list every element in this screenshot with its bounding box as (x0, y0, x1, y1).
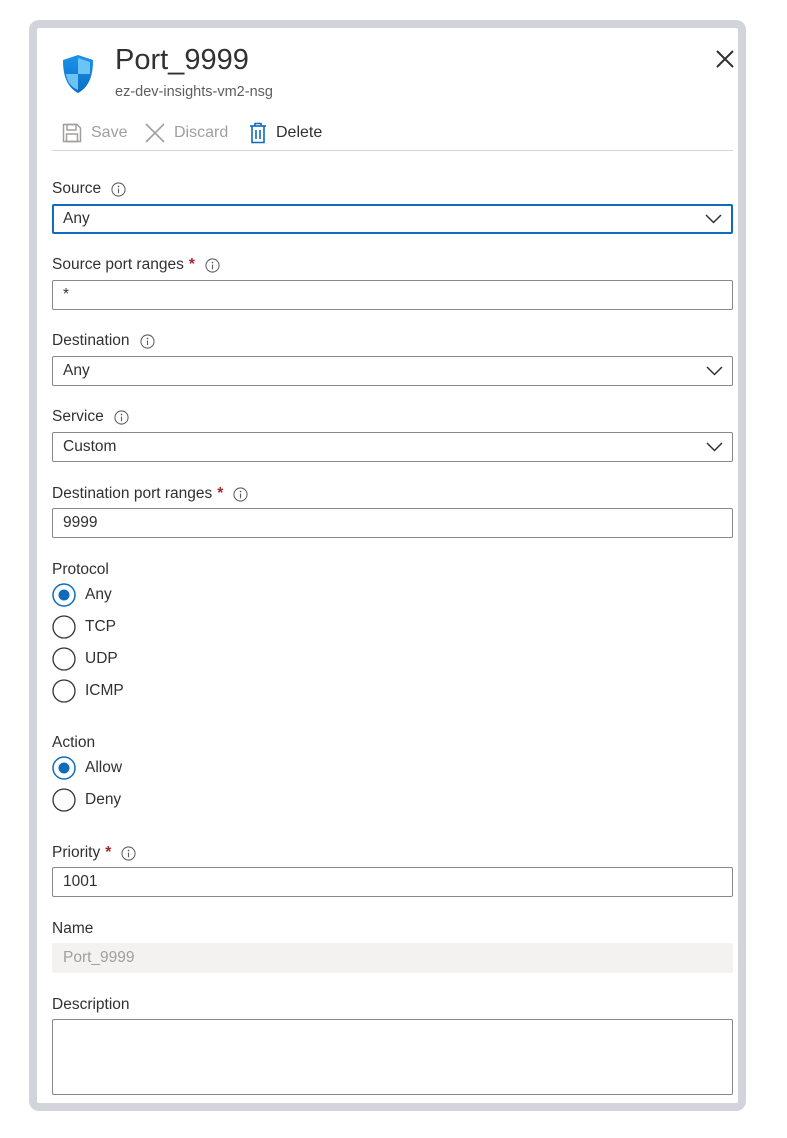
panel-frame: Port_9999 ez-dev-insights-vm2-nsg Save D… (29, 20, 746, 1111)
command-bar: Save Discard Delete (52, 112, 733, 151)
action-radio-deny[interactable]: Deny (52, 788, 121, 812)
destination-label-text: Destination (52, 332, 130, 349)
protocol-option-label: Any (85, 586, 112, 603)
close-icon[interactable] (712, 46, 738, 72)
action-label: Action (52, 734, 95, 752)
destination-dropdown[interactable]: Any (52, 356, 733, 386)
action-radio-allow[interactable]: Allow (52, 756, 122, 780)
destination-label: Destination (52, 332, 155, 350)
protocol-label: Protocol (52, 561, 109, 579)
name-input: Port_9999 (52, 943, 733, 973)
protocol-radio-any[interactable]: Any (52, 583, 112, 607)
source-value: Any (63, 210, 90, 227)
required-marker: * (105, 844, 112, 861)
destination-port-ranges-label: Destination port ranges * (52, 485, 248, 503)
edit-rule-panel: Port_9999 ez-dev-insights-vm2-nsg Save D… (37, 28, 738, 1103)
info-icon[interactable] (139, 333, 155, 349)
radio-unselected-icon (52, 679, 76, 703)
required-marker: * (188, 256, 195, 273)
protocol-radio-icmp[interactable]: ICMP (52, 679, 124, 703)
source-dropdown[interactable]: Any (52, 204, 733, 234)
trash-icon (250, 122, 266, 144)
destination-value: Any (63, 362, 90, 379)
source-port-ranges-value: * (63, 286, 70, 303)
destination-port-ranges-label-text: Destination port ranges (52, 485, 213, 502)
discard-button-label: Discard (174, 124, 229, 141)
source-label: Source (52, 180, 126, 198)
info-icon[interactable] (205, 257, 220, 273)
page-subtitle: ez-dev-insights-vm2-nsg (115, 84, 273, 100)
required-marker: * (217, 485, 224, 502)
info-icon[interactable] (121, 845, 136, 861)
save-button-label: Save (91, 124, 128, 141)
service-dropdown[interactable]: Custom (52, 432, 733, 462)
panel-content: Port_9999 ez-dev-insights-vm2-nsg Save D… (52, 28, 734, 1103)
source-port-ranges-label-text: Source port ranges (52, 256, 184, 273)
protocol-option-label: UDP (85, 650, 118, 667)
radio-unselected-icon (52, 647, 76, 671)
description-label: Description (52, 996, 130, 1014)
priority-label: Priority * (52, 844, 136, 862)
chevron-down-icon (706, 366, 723, 376)
protocol-radio-tcp[interactable]: TCP (52, 615, 116, 639)
info-icon[interactable] (111, 181, 126, 197)
action-option-label: Deny (85, 791, 122, 808)
description-label-text: Description (52, 996, 130, 1013)
source-port-ranges-input[interactable]: * (52, 280, 733, 310)
protocol-option-label: TCP (85, 618, 116, 635)
discard-button[interactable]: Discard (145, 119, 228, 147)
destination-port-ranges-value: 9999 (63, 514, 98, 531)
shield-icon (63, 55, 93, 93)
info-icon[interactable] (114, 409, 129, 425)
name-label-text: Name (52, 920, 94, 937)
chevron-down-icon (706, 442, 723, 452)
protocol-radio-udp[interactable]: UDP (52, 647, 118, 671)
protocol-option-label: ICMP (85, 682, 124, 699)
info-icon[interactable] (233, 486, 248, 502)
service-value: Custom (63, 438, 117, 455)
save-icon (62, 123, 82, 143)
radio-unselected-icon (52, 615, 76, 639)
discard-icon (145, 123, 165, 143)
save-button[interactable]: Save (62, 119, 127, 147)
priority-label-text: Priority (52, 844, 101, 861)
protocol-label-text: Protocol (52, 561, 109, 578)
page-title: Port_9999 (115, 44, 249, 76)
radio-unselected-icon (52, 788, 76, 812)
delete-button[interactable]: Delete (249, 119, 322, 147)
name-value: Port_9999 (63, 949, 135, 966)
action-label-text: Action (52, 734, 96, 751)
source-label-text: Source (52, 180, 102, 197)
source-port-ranges-label: Source port ranges * (52, 256, 220, 274)
action-option-label: Allow (85, 759, 123, 776)
destination-port-ranges-input[interactable]: 9999 (52, 508, 733, 538)
description-textarea[interactable] (52, 1019, 733, 1095)
radio-selected-icon (52, 756, 76, 780)
radio-selected-icon (52, 583, 76, 607)
service-label: Service (52, 408, 129, 426)
name-label: Name (52, 920, 93, 938)
priority-value: 1001 (63, 873, 98, 890)
delete-button-label: Delete (276, 124, 323, 141)
priority-input[interactable]: 1001 (52, 867, 733, 897)
service-label-text: Service (52, 408, 104, 425)
chevron-down-icon (705, 214, 722, 224)
